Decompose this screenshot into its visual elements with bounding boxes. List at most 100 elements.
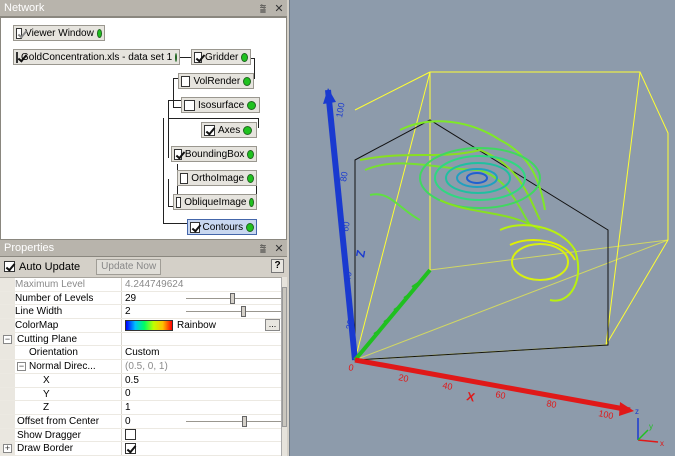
pin-icon[interactable]: ⩰ [258,3,268,15]
prop-value[interactable]: 0 [125,415,131,428]
port-icon[interactable] [175,52,178,62]
slider-thumb[interactable] [242,415,247,427]
link [163,223,187,224]
prop-label: ColorMap [15,319,122,332]
x-tick-label: 20 [398,372,410,384]
node-contours[interactable]: Contours [187,219,257,235]
port-icon[interactable] [246,222,254,232]
prop-label: Cutting Plane [15,332,122,346]
slider-thumb[interactable] [241,306,246,318]
prop-value[interactable]: 0 [125,387,131,400]
port-icon[interactable] [247,173,254,183]
prop-row-number-of-levels[interactable]: Number of Levels 29 [0,291,281,306]
prop-label: Number of Levels [15,291,122,305]
prop-row-orientation[interactable]: Orientation Custom [0,346,281,361]
colormap-browse-button[interactable]: ... [265,319,280,332]
prop-value[interactable]: 29 [125,292,136,305]
node-orthoimage[interactable]: OrthoImage [177,170,257,186]
port-icon[interactable] [243,76,251,86]
prop-row-y[interactable]: Y 0 [0,387,281,402]
expand-icon[interactable]: + [3,444,12,454]
prop-value[interactable]: Rainbow [177,319,216,332]
prop-row-offset-from-center[interactable]: Offset from Center 0 [0,414,281,429]
property-grid: Maximum Level 4.244749624 Number of Leve… [0,277,281,456]
node-toggle[interactable] [174,148,182,160]
node-volrender[interactable]: VolRender [178,73,254,89]
node-obliqueimage[interactable]: ObliqueImage [173,194,257,210]
network-panel-title: Network ⩰ ✕ [0,0,287,17]
prop-value[interactable]: 1 [125,401,131,414]
node-toggle[interactable] [16,27,23,39]
node-axes[interactable]: Axes [201,122,257,138]
draw-border-checkbox[interactable] [125,443,136,455]
prop-row-draw-border[interactable]: + Draw Border [0,442,281,456]
property-scrollbar[interactable] [281,277,287,456]
node-toggle[interactable] [16,51,18,63]
prop-row-show-dragger[interactable]: Show Dragger [0,428,281,443]
node-toggle[interactable] [194,51,202,63]
collapse-icon[interactable]: − [3,334,12,344]
node-gridder[interactable]: Gridder [191,49,251,65]
line-width-slider[interactable] [186,306,281,318]
node-toggle[interactable] [181,75,191,87]
show-dragger-checkbox[interactable] [125,429,136,441]
prop-row-colormap[interactable]: ColorMap Rainbow ... [0,319,281,333]
port-icon[interactable] [249,197,254,207]
node-isosurface[interactable]: Isosurface [181,97,260,113]
prop-value[interactable]: 2 [125,305,131,318]
prop-label: Normal Direc... [29,361,96,373]
prop-row-x[interactable]: X 0.5 [0,373,281,388]
link [173,78,174,108]
close-icon[interactable]: ✕ [274,3,284,15]
prop-value[interactable]: 0.5 [125,374,139,387]
prop-row-line-width[interactable]: Line Width 2 [0,305,281,320]
offset-slider[interactable] [186,415,281,427]
network-editor[interactable]: Viewer Window GoldConcentration.xls - da… [0,17,287,240]
port-icon[interactable] [241,52,248,62]
z-tick-label: 20 [344,319,356,331]
prop-row-maximum-level[interactable]: Maximum Level 4.244749624 [0,278,281,292]
link [173,107,181,108]
auto-update-checkbox[interactable] [4,261,15,272]
collapse-icon[interactable]: − [17,362,26,372]
link [168,100,169,158]
node-gold-concentration[interactable]: GoldConcentration.xls - data set 1 [13,49,180,65]
update-now-button[interactable]: Update Now [96,258,162,275]
port-icon[interactable] [96,28,102,38]
node-boundingbox[interactable]: BoundingBox [171,146,257,162]
node-toggle[interactable] [190,221,200,233]
close-icon[interactable]: ✕ [274,243,284,255]
prop-value[interactable]: Custom [125,346,159,359]
node-label: Gridder [204,51,239,63]
viewer-3d[interactable]: 100 80 60 40 20 Z 0 20 40 60 80 100 X z … [289,0,675,456]
node-toggle[interactable] [176,196,182,208]
help-button[interactable]: ? [271,259,284,273]
port-icon[interactable] [247,100,257,110]
node-toggle[interactable] [180,172,189,184]
x-axis-label: X [465,389,476,404]
node-toggle[interactable] [204,124,215,136]
link [258,118,259,128]
pin-icon[interactable]: ⩰ [258,243,268,255]
x-tick-label: 60 [495,389,507,401]
scrollbar-thumb[interactable] [282,287,287,427]
slider-thumb[interactable] [230,292,235,304]
prop-row-z[interactable]: Z 1 [0,401,281,415]
port-icon[interactable] [243,125,253,135]
scene-canvas[interactable]: 100 80 60 40 20 Z 0 20 40 60 80 100 X z … [290,0,675,456]
prop-label: Z [15,401,122,414]
prop-label: Line Width [15,305,122,319]
link [163,118,164,223]
x-tick-label: 40 [442,380,454,392]
prop-value: 4.244749624 [125,278,184,290]
prop-row-cutting-plane[interactable]: − Cutting Plane [0,332,281,347]
prop-row-normal-direction[interactable]: − Normal Direc... (0.5, 0, 1) [0,360,281,374]
z-tick-label: 40 [342,271,354,283]
node-label: GoldConcentration.xls - data set 1 [21,51,173,63]
port-icon[interactable] [247,149,254,159]
node-viewer-window[interactable]: Viewer Window [13,25,105,41]
prop-label: Draw Border [15,442,122,455]
z-axis-label: Z [353,249,368,259]
levels-slider[interactable] [186,292,281,304]
node-toggle[interactable] [184,99,195,111]
